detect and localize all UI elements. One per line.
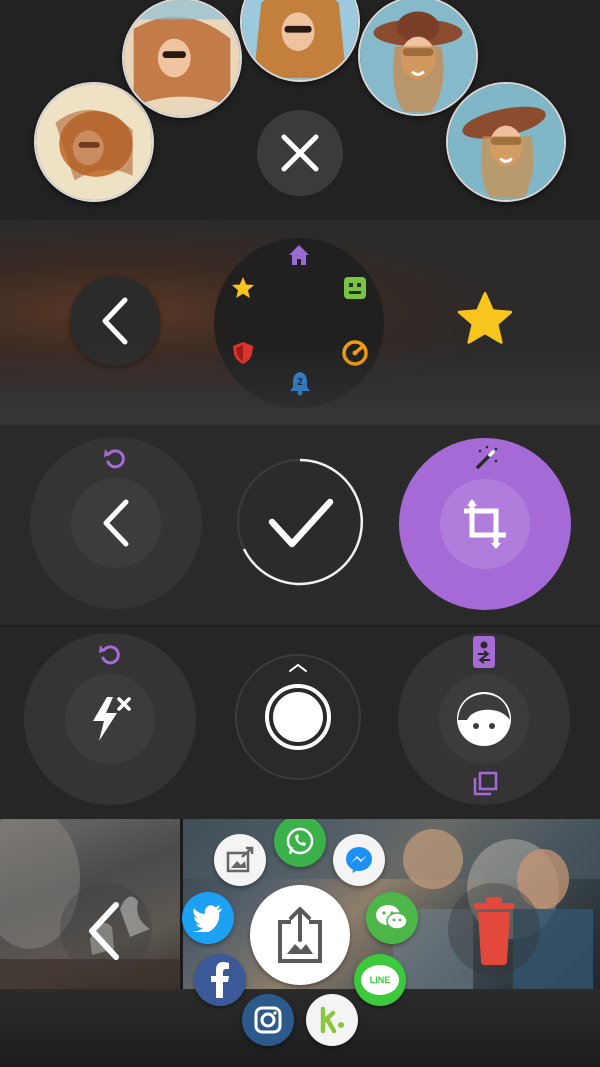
instagram-icon (254, 1006, 282, 1034)
switch-camera-icon (473, 636, 495, 668)
shield-icon (233, 342, 253, 364)
avatar-photo-2[interactable] (122, 0, 242, 118)
robot-icon (344, 277, 366, 299)
messenger-icon (346, 847, 372, 873)
magic-wand-button[interactable] (472, 445, 500, 471)
radial-item-home[interactable] (286, 242, 312, 268)
gallery-icon (226, 846, 254, 873)
share-line-button[interactable]: LINE (354, 954, 406, 1006)
trash-icon (448, 883, 540, 975)
share-kik-button[interactable] (306, 994, 358, 1046)
bell-icon (290, 372, 310, 396)
avatar-picker-section (0, 0, 600, 220)
radial-item-favorites[interactable] (230, 275, 256, 301)
delete-button[interactable] (448, 879, 540, 979)
radial-menu-section: 2 (0, 220, 600, 425)
share-facebook-button[interactable] (194, 954, 246, 1006)
share-instagram-button[interactable] (242, 994, 294, 1046)
flash-off-icon (93, 697, 131, 741)
avatar-photo-5[interactable] (446, 82, 566, 202)
save-to-gallery-button[interactable] (214, 834, 266, 886)
edit-controls-section (0, 425, 600, 625)
favorite-star-button[interactable] (455, 290, 515, 348)
back-button[interactable] (71, 478, 161, 568)
magic-wand-icon (476, 445, 498, 469)
speedometer-icon (342, 340, 368, 366)
bell-badge-count: 2 (297, 377, 303, 388)
avatar-photo-1[interactable] (34, 82, 154, 202)
undo-button[interactable] (97, 641, 123, 667)
camera-controls-section (0, 627, 600, 819)
back-button[interactable] (70, 276, 160, 366)
confirm-button[interactable] (236, 458, 364, 586)
close-icon (281, 134, 319, 172)
share-section: LINE (0, 819, 600, 1067)
line-icon: LINE (361, 965, 399, 995)
avatar-photo-4[interactable] (358, 0, 478, 116)
flash-off-button[interactable] (65, 674, 155, 764)
radial-item-robot[interactable] (342, 275, 368, 301)
confirm-progress-ring (236, 458, 364, 586)
line-label: LINE (369, 975, 391, 985)
undo-icon (104, 449, 125, 469)
home-icon (289, 245, 309, 265)
undo-icon (99, 645, 120, 665)
switch-camera-button[interactable] (471, 635, 497, 669)
kik-icon (320, 1006, 344, 1034)
twitter-icon (193, 905, 222, 932)
share-wechat-button[interactable] (366, 892, 418, 944)
share-icon (278, 907, 322, 963)
wechat-icon (376, 905, 408, 930)
gallery-button[interactable] (472, 771, 498, 797)
back-button[interactable] (60, 879, 152, 979)
close-button[interactable] (257, 110, 343, 196)
star-icon (457, 292, 513, 344)
radial-item-security[interactable] (230, 340, 256, 366)
chevron-left-icon (60, 883, 152, 975)
avatar-photo-3[interactable] (240, 0, 360, 82)
undo-button[interactable] (102, 445, 128, 471)
face-icon (457, 692, 511, 746)
shutter-button[interactable] (234, 653, 362, 781)
chevron-left-icon (103, 499, 129, 547)
facebook-icon (211, 962, 229, 998)
crop-icon (464, 499, 506, 549)
whatsapp-icon (286, 827, 314, 855)
share-button[interactable] (250, 885, 350, 985)
bottom-bar (0, 989, 600, 1067)
share-messenger-button[interactable] (333, 834, 385, 886)
chevron-left-icon (102, 297, 128, 345)
star-icon (232, 277, 254, 298)
share-twitter-button[interactable] (182, 892, 234, 944)
selfie-button[interactable] (439, 674, 529, 764)
radial-item-notifications[interactable]: 2 (287, 370, 313, 396)
gallery-icon (473, 771, 498, 796)
crop-button[interactable] (440, 479, 530, 569)
radial-item-speed[interactable] (342, 340, 368, 366)
shutter-icon (235, 654, 361, 780)
